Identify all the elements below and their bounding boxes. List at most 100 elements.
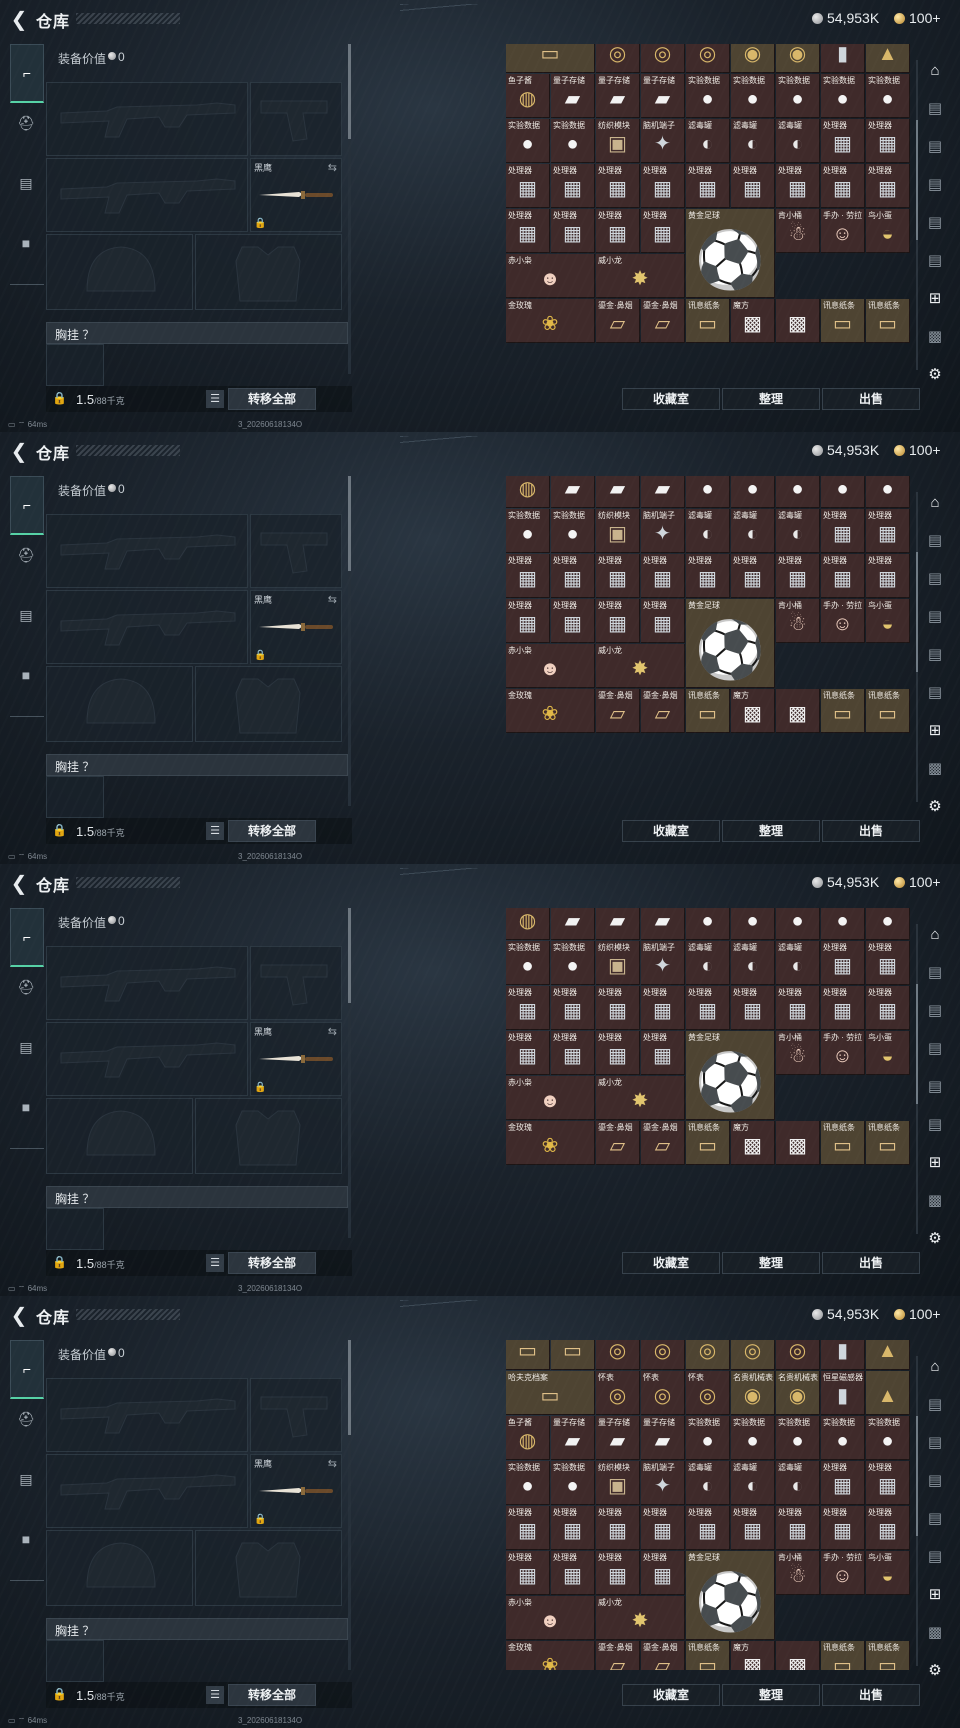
inventory-item[interactable]: 实验数据● [506,1461,550,1505]
inventory-item[interactable]: 手办 · 劳拉 ☺ [821,209,865,253]
settings-gear-icon[interactable]: ⚙ [922,1226,948,1252]
equipment-scrollbar-thumb[interactable] [348,1340,351,1435]
melee-weapon-slot[interactable]: 黑鹰 ⇆ 🔒 [250,1454,342,1528]
inventory-item[interactable]: 处理器 ▦ [686,986,730,1030]
qr-icon[interactable]: ▩ [922,756,948,782]
inventory-item[interactable]: 处理器 ▦ [866,1461,910,1505]
inventory-item[interactable]: 处理器 ▦ [731,986,775,1030]
inventory-item[interactable]: 实验数据● [731,74,775,118]
chest-rig-slot[interactable] [46,776,104,818]
inventory-item[interactable]: 鸟小蛋 ◒ [866,599,910,643]
melee-weapon-slot[interactable]: 黑鹰 ⇆ 🔒 [250,158,342,232]
inventory-item[interactable]: 恒星磁感器 ▮ [821,1371,865,1415]
inventory-item[interactable]: 哈夫克档案▭ [506,44,595,73]
inventory-item[interactable]: 鎏金·鼻烟 ▱ [641,1641,685,1670]
inventory-item[interactable]: ▩ [776,1121,820,1165]
inventory-item[interactable]: 处理器 ▦ [866,554,910,598]
sell-button[interactable]: 出售 [822,820,920,842]
storage-tab-icon[interactable]: ▤ [922,998,948,1024]
inventory-item[interactable]: 纺织模块 ▣ [596,1461,640,1505]
inventory-item[interactable]: 赤小枭 ☻ [506,254,595,298]
inventory-item[interactable]: 脑机端子 ✦ [641,941,685,985]
inventory-item[interactable]: 滤毒罐 ◐ [731,1461,775,1505]
inventory-item[interactable]: 处理器 ▦ [596,1551,640,1595]
helmet-slot[interactable] [46,666,193,742]
inventory-item[interactable]: 量子存储▰ [641,476,685,508]
pistol-icon[interactable]: ⌐ [10,1340,44,1399]
storage-tab-icon[interactable]: ▤ [922,528,948,554]
inventory-item[interactable]: 处理器 ▦ [641,1551,685,1595]
gold-currency[interactable]: 100+ [894,10,941,26]
inventory-item[interactable]: 魔方 ▩ [731,1641,775,1670]
inventory-item[interactable]: 手办 · 劳拉 ☺ [821,599,865,643]
backpack-icon[interactable]: ▤ [10,600,42,630]
inventory-item[interactable]: 滤毒罐 ◐ [776,1461,820,1505]
inventory-item[interactable]: 处理器 ▦ [506,986,550,1030]
pistol-icon[interactable]: ⌐ [10,476,44,535]
silver-currency[interactable]: 54,953K [812,442,879,458]
inventory-item[interactable]: 滤毒罐 ◐ [686,509,730,553]
inventory-item[interactable]: 处理器 ▦ [731,1506,775,1550]
inventory-item[interactable]: 处理器 ▦ [821,1461,865,1505]
settings-gear-icon[interactable]: ⚙ [922,794,948,820]
inventory-item[interactable]: 处理器 ▦ [866,119,910,163]
collection-room-button[interactable]: 收藏室 [622,1252,720,1274]
inventory-item[interactable]: 滤毒罐 ◐ [776,119,820,163]
inventory-item[interactable]: 实验数据● [776,74,820,118]
inventory-item[interactable]: 量子存储▰ [551,1416,595,1460]
inventory-item[interactable]: 滤毒罐 ◐ [686,119,730,163]
sell-button[interactable]: 出售 [822,1252,920,1274]
inventory-item[interactable]: 纺织模块 ▣ [596,509,640,553]
safe-box-icon[interactable]: ⌂ [922,922,948,948]
inventory-item[interactable]: 实验数据● [551,119,595,163]
transfer-all-button[interactable]: 转移全部 [228,1252,316,1274]
inventory-item[interactable]: 讯息纸条 ▭ [866,689,910,733]
inventory-item[interactable]: 处理器 ▦ [506,164,550,208]
inventory-item[interactable]: 处理器 ▦ [506,1506,550,1550]
lock-icon[interactable]: 🔒 [52,391,67,405]
inventory-item[interactable]: 实验数据● [686,1416,730,1460]
armor-slot[interactable] [195,234,342,310]
inventory-item[interactable]: 滤毒罐 ◐ [731,119,775,163]
inventory-item[interactable]: 处理器 ▦ [776,986,820,1030]
storage-tab-icon[interactable]: ▤ [922,210,948,236]
inventory-item[interactable]: 鸟小蛋 ◒ [866,209,910,253]
inventory-item[interactable]: 鸟小蛋 ◒ [866,1551,910,1595]
primary-weapon-slot[interactable] [46,514,248,588]
equipment-scrollbar-thumb[interactable] [348,908,351,1003]
inventory-item[interactable]: 处理器 ▦ [641,164,685,208]
inventory-item[interactable]: 处理器 ▦ [641,1031,685,1075]
safe-box-icon[interactable]: ⌂ [922,490,948,516]
storage-tab-icon[interactable]: ▤ [922,1430,948,1456]
inventory-item[interactable]: ◎ [641,1340,685,1370]
storage-scrollbar-thumb[interactable] [916,1416,918,1536]
storage-scrollbar-thumb[interactable] [916,552,918,672]
back-arrow-icon[interactable]: ❮ [8,1304,30,1326]
inventory-item[interactable]: 处理器 ▦ [506,554,550,598]
briefcase-icon[interactable]: ■ [10,660,42,690]
storage-tab-icon[interactable]: ▤ [922,566,948,592]
inventory-item[interactable]: 怀表◎ [596,44,640,73]
primary-weapon-slot-2[interactable] [46,1022,248,1096]
inventory-item[interactable]: 滤毒罐 ◐ [731,941,775,985]
storage-tab-icon[interactable]: ▤ [922,1544,948,1570]
inventory-item[interactable]: 讯息纸条 ▭ [686,689,730,733]
primary-weapon-slot[interactable] [46,946,248,1020]
inventory-item[interactable]: 黄金足球 ⚽ [686,209,775,298]
inventory-item[interactable]: 魔方 ▩ [731,299,775,343]
inventory-item[interactable]: 讯息纸条 ▭ [686,1641,730,1670]
inventory-item[interactable]: 怀表◎ [686,1371,730,1415]
inventory-item[interactable]: 滤毒罐 ◐ [776,509,820,553]
melee-weapon-slot[interactable]: 黑鹰 ⇆ 🔒 [250,590,342,664]
inventory-item[interactable]: 实验数据● [821,908,865,940]
pistol-icon[interactable]: ⌐ [10,908,44,967]
inventory-item[interactable]: ▩ [776,1641,820,1670]
chest-rig-header[interactable]: 胸挂 ？ [46,754,348,776]
inventory-item[interactable]: 名贵机械表◉ [776,1371,820,1415]
inventory-item[interactable]: 实验数据● [866,74,910,118]
inventory-item[interactable]: 鎏金·鼻烟 ▱ [641,299,685,343]
inventory-item[interactable]: 名贵机械表◉ [776,44,820,73]
inventory-item[interactable]: 处理器 ▦ [641,599,685,643]
inventory-item[interactable]: 实验数据● [776,908,820,940]
secondary-weapon-slot[interactable] [250,946,342,1020]
